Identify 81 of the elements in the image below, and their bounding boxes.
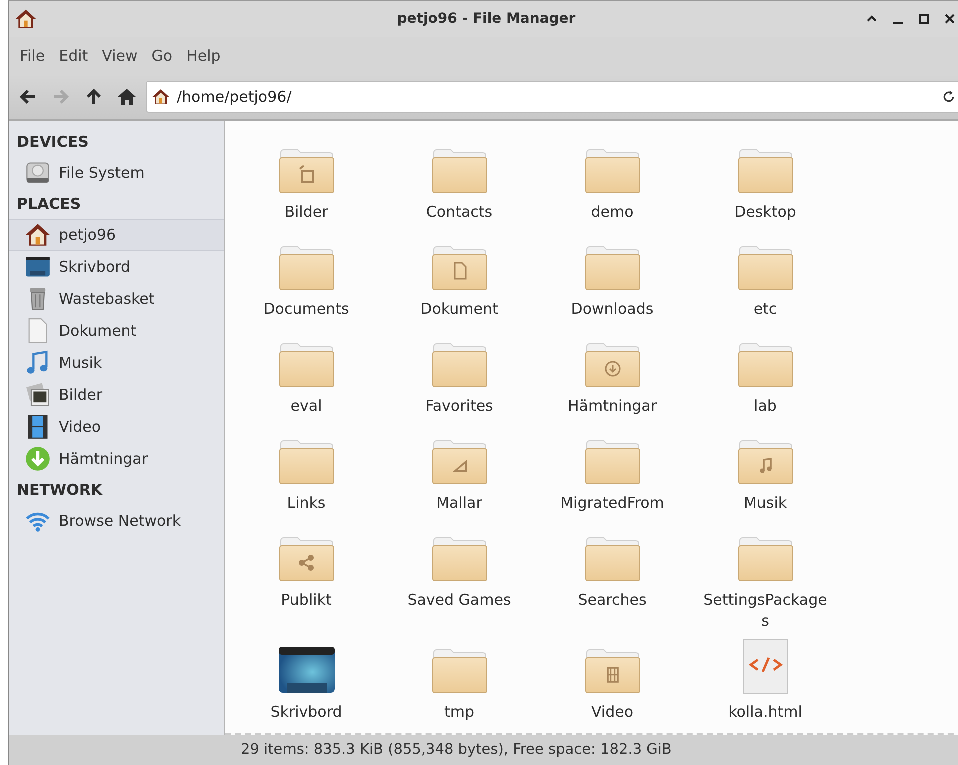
- folder-icon: [430, 647, 488, 695]
- sidebar-item[interactable]: Video: [9, 411, 224, 443]
- menu-item[interactable]: View: [95, 47, 145, 65]
- file-name: etc: [754, 299, 778, 320]
- section-heading: PLACES: [16, 194, 82, 215]
- maximize-icon[interactable]: [918, 13, 930, 25]
- file-name: Downloads: [571, 299, 654, 320]
- file-name: Musik: [744, 493, 788, 514]
- home-icon[interactable]: [117, 87, 137, 107]
- folder-icon: [736, 438, 794, 486]
- folder-icon: [278, 535, 336, 583]
- folder-icon: [278, 341, 336, 389]
- folder-icon: [584, 647, 642, 695]
- file-name: Mallar: [436, 493, 482, 514]
- folder-icon: [430, 341, 488, 389]
- folder-icon: [278, 438, 336, 486]
- file-name: Skrivbord: [270, 702, 342, 723]
- home-icon: [25, 222, 51, 248]
- file-name: Favorites: [426, 396, 494, 417]
- section-heading: NETWORK: [16, 480, 104, 501]
- back-icon[interactable]: [18, 87, 38, 107]
- music-note-icon: [25, 350, 51, 376]
- folder-icon: [736, 341, 794, 389]
- sidebar-item[interactable]: File System: [9, 157, 224, 189]
- sidebar-item[interactable]: Hämtningar: [9, 443, 224, 475]
- file-name: Dokument: [420, 299, 498, 320]
- menu-item[interactable]: Go: [144, 47, 180, 65]
- file-name: MigratedFrom: [560, 493, 664, 514]
- file-name: Documents: [264, 299, 350, 320]
- file-name: Bilder: [284, 202, 328, 223]
- file-name: eval: [290, 396, 322, 417]
- path-field[interactable]: /home/petjo96/: [146, 81, 958, 113]
- folder-icon: [736, 535, 794, 583]
- section-heading: DEVICES: [16, 132, 90, 153]
- file-name: demo: [591, 202, 634, 223]
- folder-icon: [430, 535, 488, 583]
- sidebar-item[interactable]: petjo96: [9, 219, 224, 251]
- sidebar-item[interactable]: Dokument: [9, 315, 224, 347]
- file-name: Hämtningar: [568, 396, 658, 417]
- sidebar-item[interactable]: Browse Network: [9, 505, 224, 537]
- close-icon[interactable]: [944, 13, 956, 25]
- folder-icon: [584, 244, 642, 292]
- file-name: lab: [754, 396, 777, 417]
- menu-item[interactable]: Help: [180, 47, 228, 65]
- folder-icon: [736, 244, 794, 292]
- file-name: Contacts: [426, 202, 493, 223]
- file-name: Searches: [578, 590, 647, 611]
- sidebar-item[interactable]: Bilder: [9, 379, 224, 411]
- file-name: kolla.html: [728, 702, 802, 723]
- status-bar: 29 items: 835.3 KiB (855,348 bytes), Free space: 182.3 GiB: [9, 735, 958, 765]
- folder-icon: [430, 147, 488, 195]
- file-name: Video: [591, 702, 634, 723]
- folder-icon: [430, 438, 488, 486]
- file-name: SettingsPackages: [702, 590, 828, 632]
- up-icon[interactable]: [84, 87, 104, 107]
- window-title: petjo96 - File Manager: [397, 11, 576, 27]
- menu-item[interactable]: File: [13, 47, 52, 65]
- home-icon[interactable]: [15, 8, 37, 30]
- file-name: Desktop: [734, 202, 796, 223]
- menu-item[interactable]: Edit: [52, 47, 96, 65]
- folder-icon: [584, 535, 642, 583]
- file-name: Saved Games: [408, 590, 512, 611]
- sidebar-item[interactable]: Wastebasket: [9, 283, 224, 315]
- file-name: tmp: [444, 702, 474, 723]
- folder-icon: [736, 147, 794, 195]
- photo-icon: [25, 382, 51, 408]
- desktop-icon: [278, 645, 336, 695]
- code-file-icon: [742, 639, 788, 695]
- folder-icon: [278, 147, 336, 195]
- folder-icon: [584, 438, 642, 486]
- folder-icon: [584, 341, 642, 389]
- sidebar-item[interactable]: Musik: [9, 347, 224, 379]
- download-icon: [25, 446, 51, 472]
- folder-icon: [278, 244, 336, 292]
- sidebar-item[interactable]: Skrivbord: [9, 251, 224, 283]
- file-name: Links: [287, 493, 326, 514]
- folder-icon: [584, 147, 642, 195]
- file-name: Publikt: [281, 590, 332, 611]
- folder-icon: [430, 244, 488, 292]
- drive-icon: [25, 160, 51, 186]
- reload-icon[interactable]: [942, 90, 956, 104]
